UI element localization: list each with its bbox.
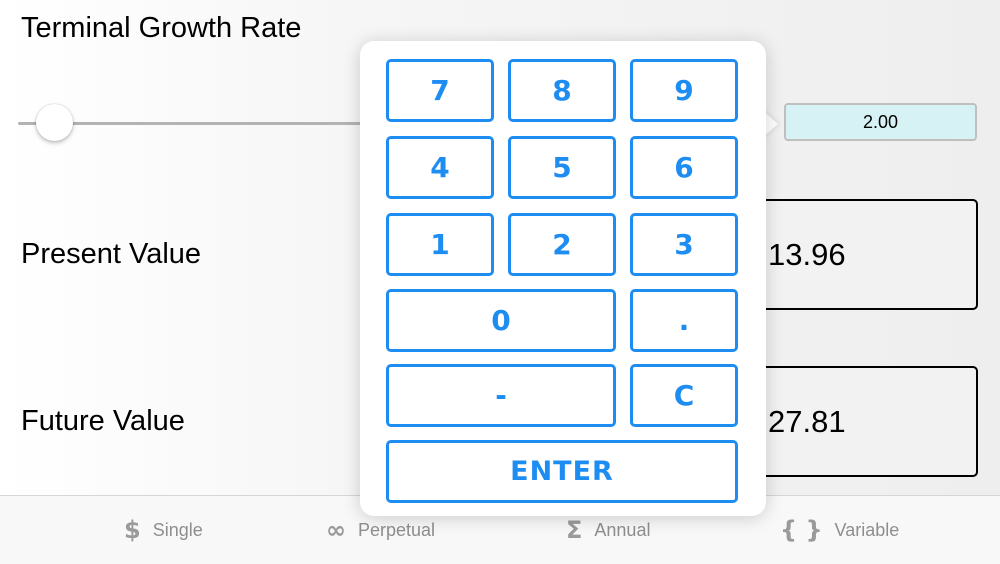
key-7[interactable]: 7	[386, 59, 494, 122]
tab-single[interactable]: $ Single	[124, 496, 203, 564]
tab-annual-label: Annual	[594, 519, 651, 540]
key-3[interactable]: 3	[630, 213, 738, 276]
key-clear[interactable]: C	[630, 364, 738, 427]
keypad-popover: 7 8 9 4 5 6 1 2 3 0 . - C ENTER	[360, 41, 766, 516]
growth-rate-value-field[interactable]: 2.00	[784, 103, 977, 141]
braces-icon: { }	[780, 516, 823, 544]
key-4[interactable]: 4	[386, 136, 494, 199]
sigma-icon: Σ	[566, 516, 583, 544]
label-future-value: Future Value	[21, 405, 185, 437]
enter-button[interactable]: ENTER	[386, 440, 738, 503]
key-2[interactable]: 2	[508, 213, 616, 276]
tab-variable[interactable]: { } Variable	[780, 496, 899, 564]
growth-rate-slider-thumb[interactable]	[36, 104, 73, 141]
key-5[interactable]: 5	[508, 136, 616, 199]
key-0[interactable]: 0	[386, 289, 616, 352]
tab-variable-label: Variable	[834, 519, 900, 540]
infinity-icon: ∞	[326, 516, 346, 544]
key-minus[interactable]: -	[386, 364, 616, 427]
tab-single-label: Single	[152, 519, 203, 540]
tab-perpetual-label: Perpetual	[358, 519, 436, 540]
key-8[interactable]: 8	[508, 59, 616, 122]
key-9[interactable]: 9	[630, 59, 738, 122]
label-terminal-growth-rate: Terminal Growth Rate	[21, 12, 302, 44]
label-present-value: Present Value	[21, 238, 202, 270]
key-1[interactable]: 1	[386, 213, 494, 276]
dollar-icon: $	[124, 516, 141, 544]
key-decimal-point[interactable]: .	[630, 289, 738, 352]
key-6[interactable]: 6	[630, 136, 738, 199]
